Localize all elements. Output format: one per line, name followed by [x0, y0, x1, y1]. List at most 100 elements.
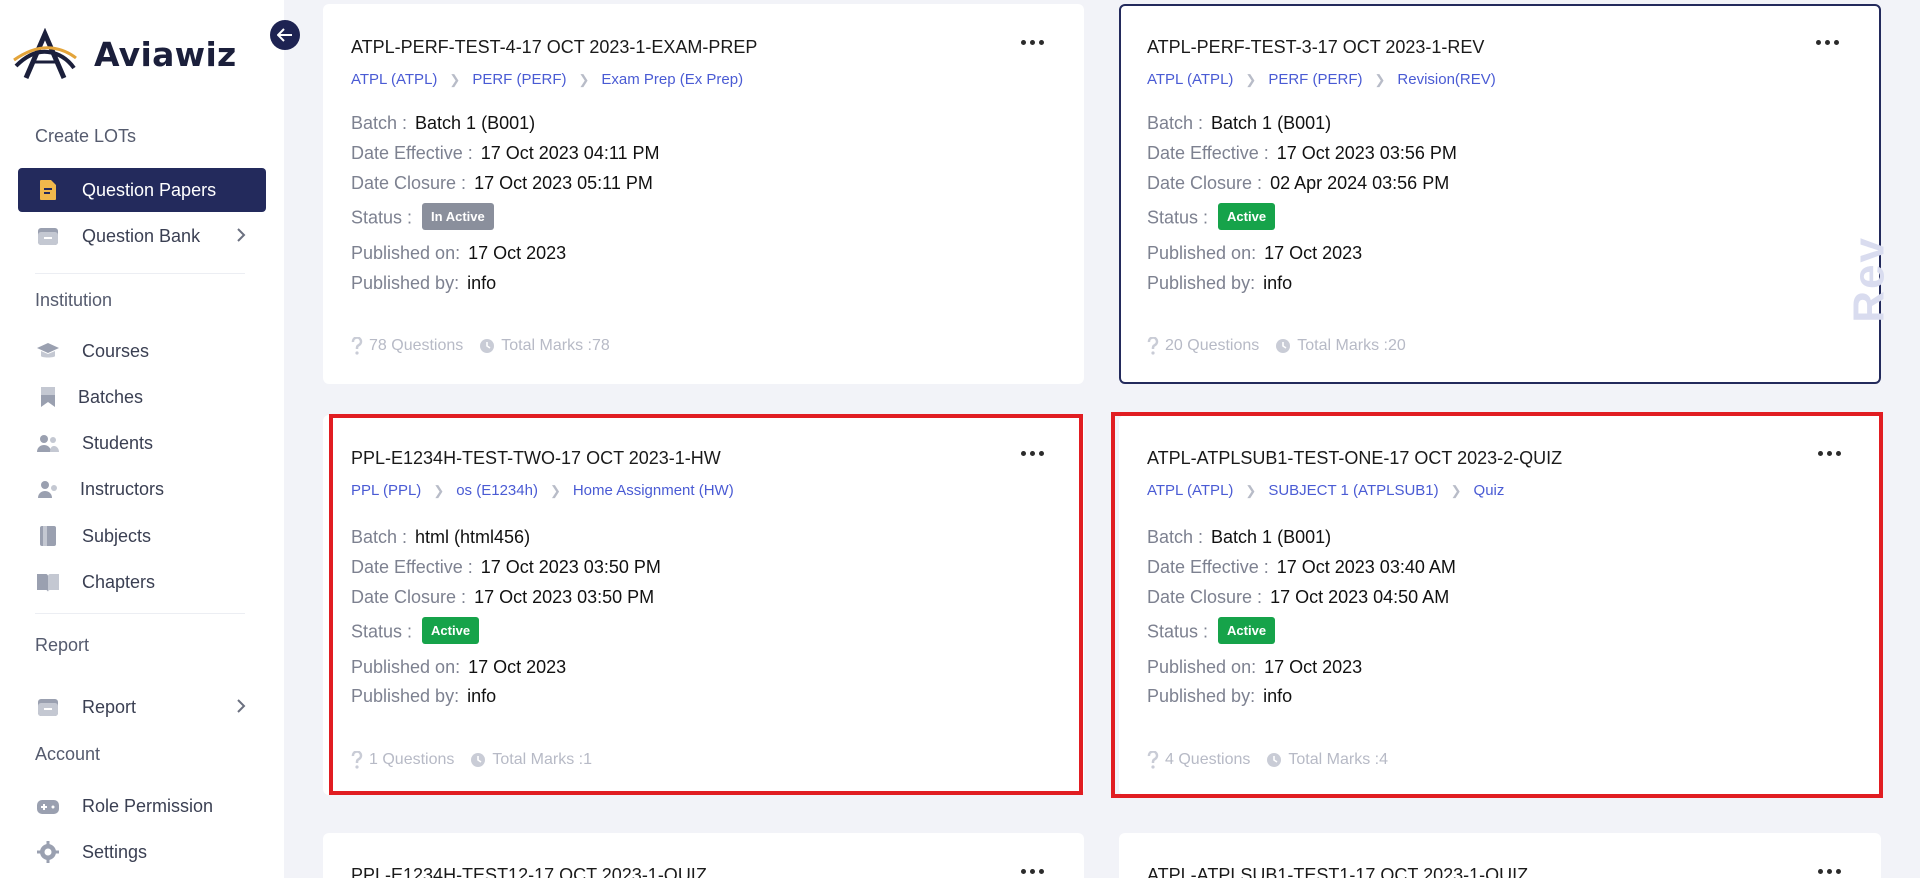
date-closure-row: Date Closure : 17 Oct 2023 04:50 AM — [1147, 587, 1449, 608]
card-menu-button[interactable] — [1021, 451, 1044, 456]
sidebar-item-role-permission[interactable]: Role Permission — [18, 784, 266, 828]
question-mark-icon — [1147, 337, 1159, 355]
published-on-value: 17 Oct 2023 — [1264, 657, 1363, 677]
sidebar-item-label: Instructors — [80, 478, 165, 499]
published-by-value: info — [1263, 273, 1293, 293]
card-menu-button[interactable] — [1818, 451, 1841, 456]
batch-value: Batch 1 (B001) — [415, 113, 536, 133]
crumb-link[interactable]: ATPL (ATPL) — [1147, 71, 1233, 88]
sidebar-item-report[interactable]: Report — [18, 685, 266, 729]
app-name: Aviawiz — [94, 34, 237, 74]
sidebar-item-batches[interactable]: Batches — [18, 375, 266, 419]
published-on-value: 17 Oct 2023 — [1264, 243, 1363, 263]
crumb-link[interactable]: Quiz — [1474, 482, 1505, 499]
date-effective-row: Date Effective : 17 Oct 2023 03:50 PM — [351, 557, 661, 578]
published-on-value: 17 Oct 2023 — [468, 657, 567, 677]
gear-icon — [36, 840, 60, 864]
published-on-row: Published on: 17 Oct 2023 — [351, 243, 566, 264]
crumb-link[interactable]: Exam Prep (Ex Prep) — [601, 71, 743, 88]
section-create-lots: Create LOTs — [35, 126, 137, 146]
question-paper-card[interactable]: ATPL-PERF-TEST-4-17 OCT 2023-1-EXAM-PREP… — [323, 4, 1084, 384]
batch-value: Batch 1 (B001) — [1211, 113, 1332, 133]
gamepad-icon — [36, 794, 60, 818]
status-row: Status : Active — [1147, 203, 1276, 232]
crumb-link[interactable]: SUBJECT 1 (ATPLSUB1) — [1268, 482, 1438, 499]
status-row: Status : In Active — [351, 203, 494, 232]
crumb-link[interactable]: PERF (PERF) — [1268, 71, 1362, 88]
sidebar-item-settings[interactable]: Settings — [18, 830, 266, 874]
sidebar-item-subjects[interactable]: Subjects — [18, 514, 266, 558]
status-badge: Active — [1218, 617, 1276, 644]
crumb-link[interactable]: PPL (PPL) — [351, 482, 421, 499]
published-by-value: info — [467, 686, 497, 706]
crumb-link[interactable]: Home Assignment (HW) — [573, 482, 734, 499]
sidebar-divider — [35, 613, 245, 614]
published-on-row: Published on: 17 Oct 2023 — [1147, 657, 1362, 678]
clock-icon — [1266, 752, 1282, 768]
date-closure-value: 17 Oct 2023 04:50 AM — [1270, 587, 1450, 607]
published-by-row: Published by: info — [351, 273, 496, 294]
question-paper-card[interactable]: ATPL-ATPLSUB1-TEST1-17 OCT 2023-1-QUIZ — [1119, 833, 1881, 878]
batch-value: html (html456) — [415, 527, 531, 547]
crumb-link[interactable]: PERF (PERF) — [472, 71, 566, 88]
total-marks: Total Marks :78 — [501, 337, 610, 354]
card-title: ATPL-ATPLSUB1-TEST-ONE-17 OCT 2023-2-QUI… — [1147, 448, 1563, 468]
card-footer: 4 Questions Total Marks :4 — [1147, 751, 1388, 769]
status-badge: Active — [1218, 203, 1276, 230]
card-menu-button[interactable] — [1021, 869, 1044, 874]
chevron-right-icon: ❯ — [549, 482, 561, 498]
date-closure-label: Date Closure : — [351, 587, 467, 607]
date-effective-label: Date Effective : — [1147, 557, 1269, 577]
chevron-right-icon: ❯ — [578, 71, 590, 87]
question-paper-card[interactable]: PPL-E1234H-TEST12-17 OCT 2023-1-QUIZ — [323, 833, 1084, 878]
published-by-label: Published by: — [1147, 273, 1256, 293]
sidebar-item-instructors[interactable]: Instructors — [18, 467, 266, 511]
bookmark-icon — [36, 385, 60, 409]
document-icon — [36, 178, 60, 202]
breadcrumb: ATPL (ATPL) ❯ PERF (PERF) ❯ Revision(REV) — [1147, 71, 1496, 88]
total-marks: Total Marks :4 — [1288, 751, 1388, 768]
app-logo: Aviawiz — [12, 28, 237, 80]
sidebar-item-label: Report — [82, 696, 137, 717]
crumb-link[interactable]: os (E1234h) — [456, 482, 538, 499]
card-title: PPL-E1234H-TEST12-17 OCT 2023-1-QUIZ — [351, 865, 707, 878]
card-menu-button[interactable] — [1818, 869, 1841, 874]
sidebar-item-chapters[interactable]: Chapters — [18, 560, 266, 604]
date-effective-row: Date Effective : 17 Oct 2023 03:40 AM — [1147, 557, 1456, 578]
sidebar-item-label: Role Permission — [82, 795, 214, 816]
crumb-link[interactable]: ATPL (ATPL) — [351, 71, 437, 88]
status-label: Status : — [351, 207, 413, 228]
card-menu-button[interactable] — [1816, 40, 1839, 45]
question-paper-card[interactable]: ATPL-PERF-TEST-3-17 OCT 2023-1-REV ATPL … — [1119, 4, 1894, 384]
status-row: Status : Active — [1147, 617, 1276, 646]
total-marks: Total Marks :20 — [1297, 337, 1406, 354]
date-closure-label: Date Closure : — [351, 173, 467, 193]
date-closure-row: Date Closure : 17 Oct 2023 03:50 PM — [351, 587, 654, 608]
published-by-row: Published by: info — [351, 686, 496, 707]
open-book-icon — [36, 570, 60, 594]
clock-icon — [470, 752, 486, 768]
card-title: ATPL-PERF-TEST-4-17 OCT 2023-1-EXAM-PREP — [351, 37, 758, 57]
questions-count: 1 Questions — [369, 751, 455, 768]
sidebar-item-courses[interactable]: Courses — [18, 329, 266, 373]
sidebar-item-students[interactable]: Students — [18, 421, 266, 465]
crumb-link[interactable]: ATPL (ATPL) — [1147, 482, 1233, 499]
date-closure-value: 02 Apr 2024 03:56 PM — [1270, 173, 1450, 193]
question-paper-card[interactable]: PPL-E1234H-TEST-TWO-17 OCT 2023-1-HW PPL… — [323, 415, 1084, 795]
date-closure-row: Date Closure : 17 Oct 2023 05:11 PM — [351, 173, 653, 194]
published-by-value: info — [1263, 686, 1293, 706]
published-by-value: info — [467, 273, 497, 293]
sidebar-divider — [35, 273, 245, 274]
chevron-right-icon: ❯ — [1245, 482, 1257, 498]
crumb-link[interactable]: Revision(REV) — [1397, 71, 1495, 88]
sidebar-item-question-papers[interactable]: Question Papers — [18, 168, 266, 212]
card-menu-button[interactable] — [1021, 40, 1044, 45]
date-effective-value: 17 Oct 2023 03:56 PM — [1276, 143, 1457, 163]
sidebar-item-question-bank[interactable]: Question Bank — [18, 214, 266, 258]
breadcrumb: PPL (PPL) ❯ os (E1234h) ❯ Home Assignment … — [351, 482, 734, 499]
status-badge: Active — [422, 617, 480, 644]
chevron-right-icon: ❯ — [1374, 71, 1386, 87]
published-on-value: 17 Oct 2023 — [468, 243, 567, 263]
collapse-sidebar-button[interactable] — [270, 20, 300, 50]
question-paper-card[interactable]: ATPL-ATPLSUB1-TEST-ONE-17 OCT 2023-2-QUI… — [1119, 415, 1881, 795]
